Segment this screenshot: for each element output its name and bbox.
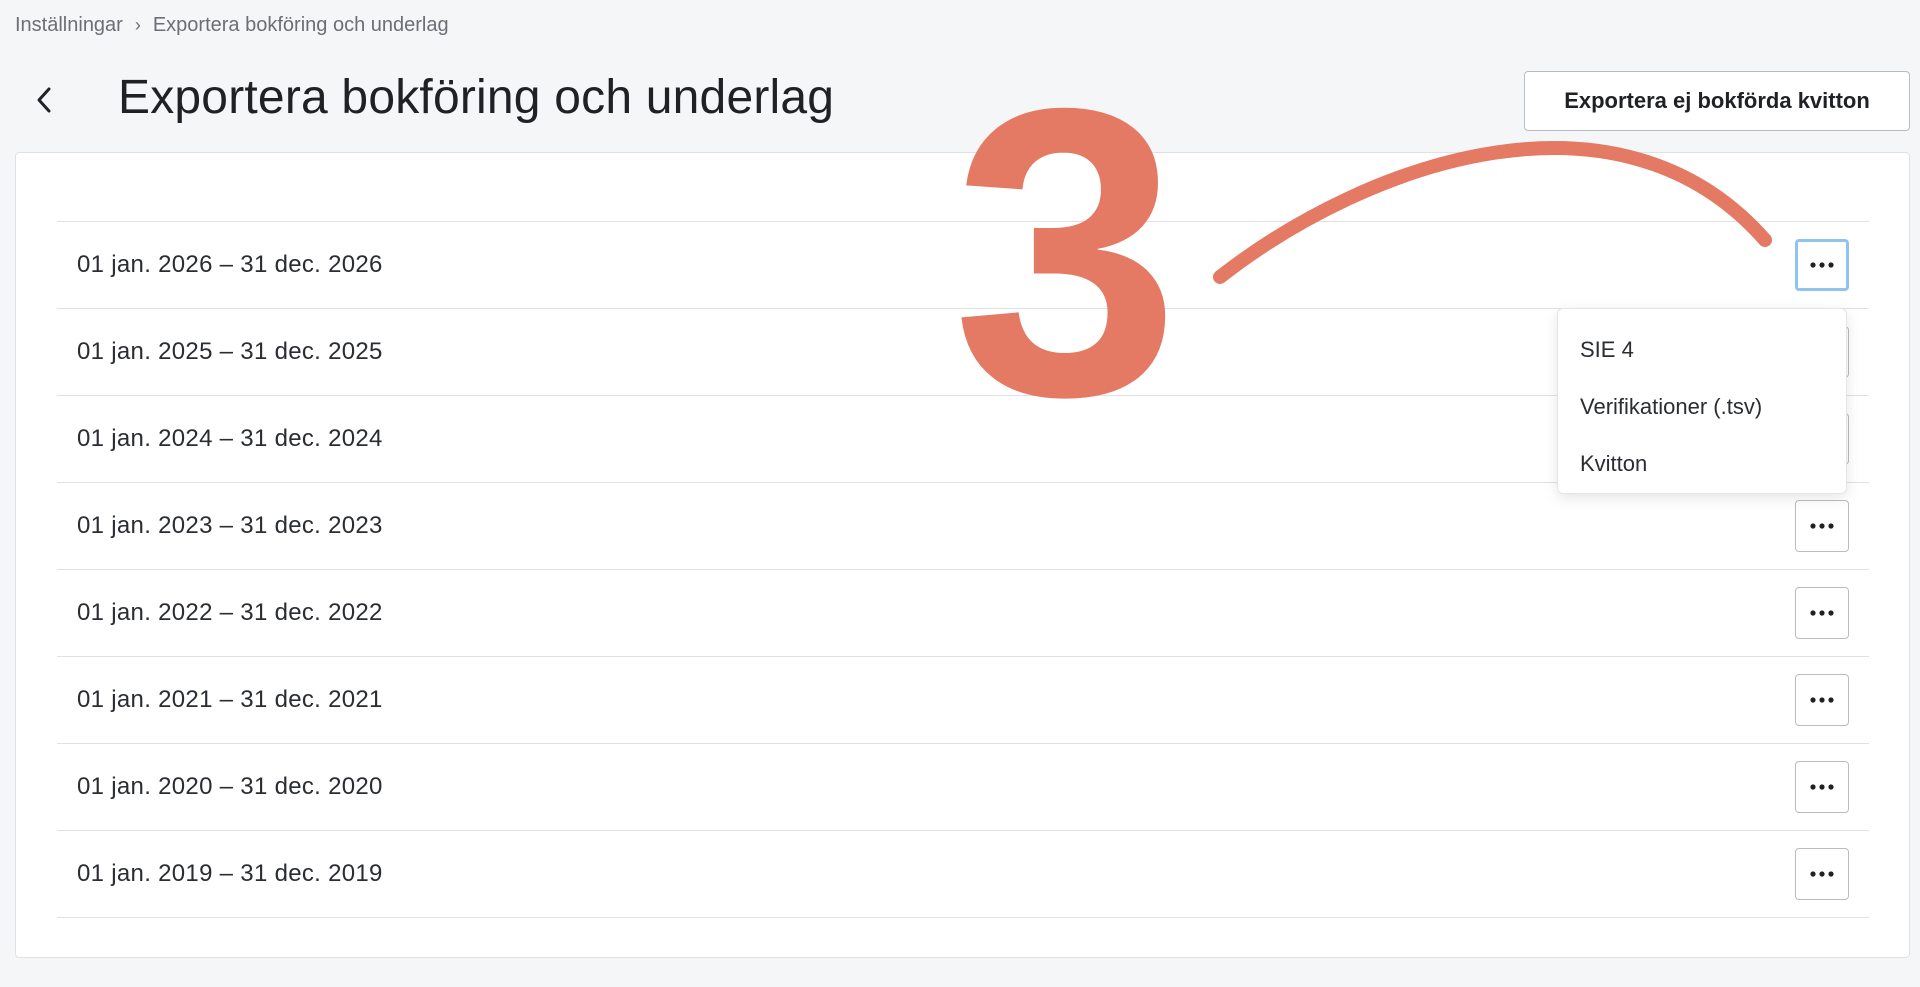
more-actions-button[interactable] [1795,239,1849,291]
more-actions-button[interactable] [1795,761,1849,813]
more-horizontal-icon [1810,262,1834,268]
menu-item-sie4[interactable]: SIE 4 [1558,321,1846,378]
period-label: 01 jan. 2019 – 31 dec. 2019 [77,860,383,887]
chevron-left-icon [37,87,51,113]
more-horizontal-icon [1810,697,1834,703]
period-row: 01 jan. 2022 – 31 dec. 2022 [57,570,1869,657]
more-horizontal-icon [1810,610,1834,616]
period-row: 01 jan. 2020 – 31 dec. 2020 [57,744,1869,831]
periods-card: 01 jan. 2026 – 31 dec. 2026 01 jan. 2025… [15,152,1910,958]
more-actions-button[interactable] [1795,587,1849,639]
period-label: 01 jan. 2022 – 31 dec. 2022 [77,599,383,626]
export-unbooked-receipts-button[interactable]: Exportera ej bokförda kvitton [1524,71,1910,131]
breadcrumb-current: Exportera bokföring och underlag [152,14,449,36]
period-label: 01 jan. 2024 – 31 dec. 2024 [77,425,383,452]
more-actions-button[interactable] [1795,848,1849,900]
more-horizontal-icon [1810,784,1834,790]
breadcrumb-separator: › [134,15,141,35]
more-actions-button[interactable] [1795,500,1849,552]
period-label: 01 jan. 2021 – 31 dec. 2021 [77,686,383,713]
period-label: 01 jan. 2023 – 31 dec. 2023 [77,512,383,539]
page-title: Exportera bokföring och underlag [118,71,835,124]
period-label: 01 jan. 2020 – 31 dec. 2020 [77,773,383,800]
period-label: 01 jan. 2025 – 31 dec. 2025 [77,338,383,365]
breadcrumb-parent-link[interactable]: Inställningar [15,14,123,37]
period-label: 01 jan. 2026 – 31 dec. 2026 [77,251,383,278]
breadcrumb: Inställningar › Exportera bokföring och … [15,14,449,37]
more-horizontal-icon [1810,871,1834,877]
export-format-menu: SIE 4 Verifikationer (.tsv) Kvitton [1557,308,1847,494]
menu-item-verifikationer-tsv[interactable]: Verifikationer (.tsv) [1558,378,1846,435]
period-row: 01 jan. 2026 – 31 dec. 2026 [57,222,1869,309]
period-row: 01 jan. 2019 – 31 dec. 2019 [57,831,1869,918]
menu-item-kvitton[interactable]: Kvitton [1558,435,1846,492]
back-button[interactable] [24,76,64,124]
period-row: 01 jan. 2021 – 31 dec. 2021 [57,657,1869,744]
more-horizontal-icon [1810,523,1834,529]
period-row: 01 jan. 2023 – 31 dec. 2023 [57,483,1869,570]
more-actions-button[interactable] [1795,674,1849,726]
